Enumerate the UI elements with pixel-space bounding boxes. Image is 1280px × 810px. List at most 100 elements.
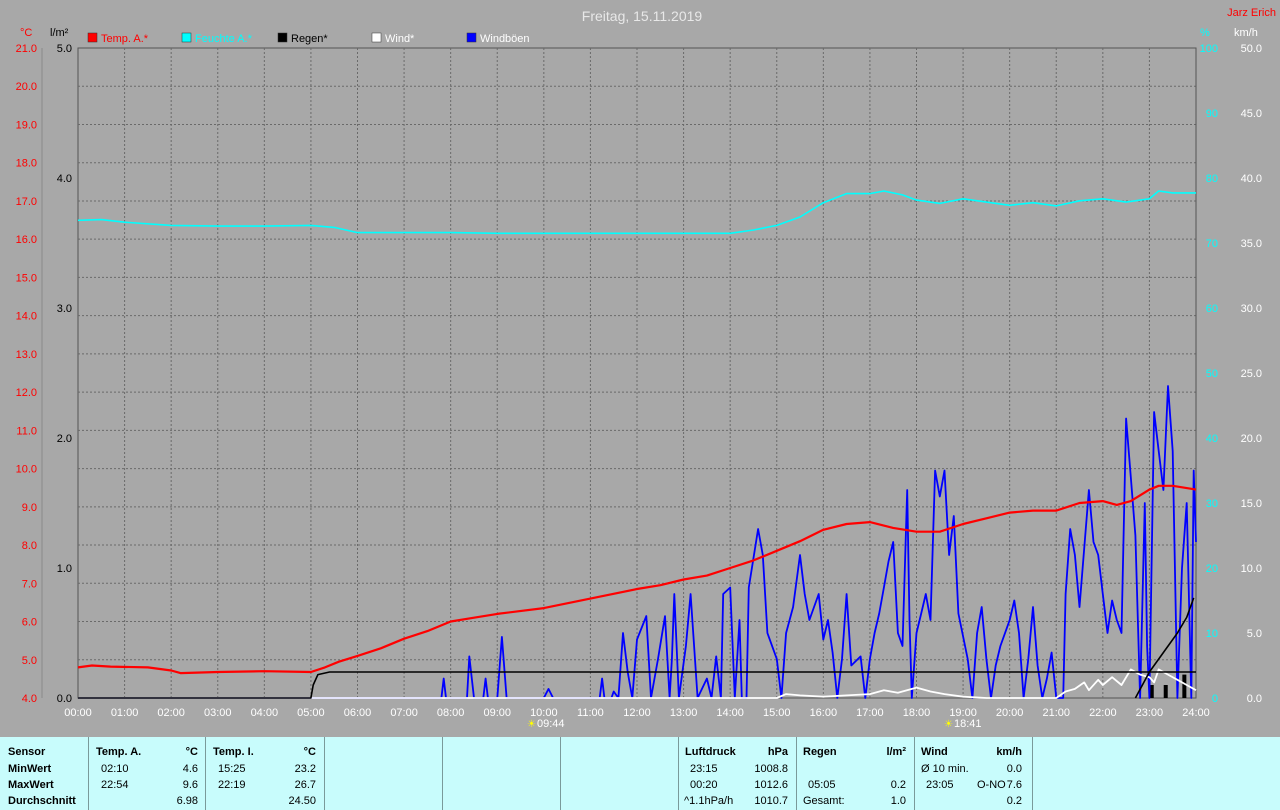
- legend-swatch: [181, 32, 192, 43]
- temp-i-unit: °C: [303, 746, 316, 758]
- temp-tick-label: 4.0: [22, 693, 37, 705]
- temp-tick-label: 12.0: [16, 387, 37, 399]
- temp-tick-label: 9.0: [22, 502, 37, 514]
- time-tick-label: 08:00: [437, 707, 465, 719]
- wind-max-val: 7.6: [1006, 779, 1022, 791]
- rain-total-label: Gesamt:: [803, 795, 845, 807]
- temp-i-avg: 24.50: [288, 795, 316, 807]
- time-tick-label: 14:00: [716, 707, 744, 719]
- sensor-header: Sensor: [8, 746, 46, 758]
- pressure-unit: hPa: [767, 746, 788, 758]
- pressure-trend: ^1.1hPa/h: [684, 795, 734, 807]
- temp-i-max-val: 26.7: [294, 779, 316, 791]
- temp-a-min-val: 4.6: [182, 763, 198, 775]
- table-divider: [914, 737, 915, 810]
- sunrise-label: 09:44: [537, 718, 565, 730]
- time-tick-label: 06:00: [344, 707, 372, 719]
- temp-tick-label: 21.0: [16, 43, 37, 55]
- legend-label: Windböen: [480, 33, 530, 45]
- time-tick-label: 22:00: [1089, 707, 1117, 719]
- wind-tick-label: 5.0: [1247, 628, 1262, 640]
- temp-a-min-time: 02:10: [101, 763, 129, 775]
- time-tick-label: 23:00: [1136, 707, 1164, 719]
- time-tick-label: 11:00: [577, 707, 604, 719]
- temp-i-header: Temp. I.: [213, 746, 254, 758]
- temp-tick-label: 18.0: [16, 158, 37, 170]
- table-divider: [678, 737, 679, 810]
- wind-unit-label: km/h: [1234, 27, 1258, 39]
- time-tick-label: 03:00: [204, 707, 232, 719]
- time-tick-label: 15:00: [763, 707, 791, 719]
- time-tick-label: 09:00: [483, 707, 511, 719]
- temp-tick-label: 5.0: [22, 655, 37, 667]
- time-tick-label: 24:00: [1182, 707, 1210, 719]
- wind-tick-label: 45.0: [1241, 108, 1262, 120]
- time-tick-label: 05:00: [297, 707, 325, 719]
- sunrise-marker: ☀ 09:44: [527, 718, 565, 730]
- rain-bar: [1182, 674, 1187, 698]
- wind-tick-label: 10.0: [1241, 563, 1262, 575]
- pressure-avg: 1010.7: [754, 795, 788, 807]
- temp-tick-label: 6.0: [22, 617, 37, 629]
- row-label-avg: Durchschnitt: [8, 795, 76, 807]
- wind-max-time: 23:05: [926, 779, 954, 791]
- time-tick-label: 12:00: [623, 707, 651, 719]
- rain-tick-label: 3.0: [57, 303, 72, 315]
- legend-label: Feuchte A.*: [195, 33, 253, 45]
- temp-i-max-time: 22:19: [218, 779, 246, 791]
- temp-unit-label: °C: [20, 27, 32, 39]
- hum-tick-label: 80: [1206, 173, 1218, 185]
- table-divider: [442, 737, 443, 810]
- wind-tick-label: 35.0: [1241, 238, 1262, 250]
- author-label: Jarz Erich: [1227, 7, 1276, 19]
- legend-swatch: [277, 32, 288, 43]
- legend-label: Regen*: [291, 33, 328, 45]
- temp-tick-label: 14.0: [16, 311, 37, 323]
- rain-tick-label: 1.0: [57, 563, 72, 575]
- time-tick-label: 04:00: [251, 707, 279, 719]
- temp-tick-label: 13.0: [16, 349, 37, 361]
- temp-a-unit: °C: [185, 746, 198, 758]
- pressure-min-time: 23:15: [690, 763, 718, 775]
- table-divider: [205, 737, 206, 810]
- rain-tick-label: 0.0: [57, 693, 72, 705]
- hum-tick-label: 0: [1212, 693, 1218, 705]
- time-tick-label: 07:00: [390, 707, 418, 719]
- temp-tick-label: 19.0: [16, 119, 37, 131]
- wind-tick-label: 30.0: [1241, 303, 1262, 315]
- time-tick-label: 16:00: [810, 707, 838, 719]
- rain-tick-label: 4.0: [57, 173, 72, 185]
- temp-tick-label: 15.0: [16, 272, 37, 284]
- hum-tick-label: 10: [1206, 628, 1218, 640]
- legend-swatch: [371, 32, 382, 43]
- table-divider: [560, 737, 561, 810]
- rain-max-time: 05:05: [808, 779, 836, 791]
- pressure-max-time: 00:20: [690, 779, 718, 791]
- time-tick-label: 18:00: [903, 707, 931, 719]
- rain-max-val: 0.2: [890, 779, 906, 791]
- legend-swatch: [466, 32, 477, 43]
- temp-a-avg: 6.98: [176, 795, 198, 807]
- rain-tick-label: 2.0: [57, 433, 72, 445]
- temp-i-min-time: 15:25: [218, 763, 246, 775]
- time-tick-label: 01:00: [111, 707, 139, 719]
- time-tick-label: 00:00: [64, 707, 92, 719]
- stats-table: Sensor MinWert MaxWert Durchschnitt Temp…: [0, 737, 1280, 810]
- rain-bar: [1163, 685, 1168, 698]
- pressure-max-val: 1012.6: [754, 779, 788, 791]
- time-tick-label: 21:00: [1042, 707, 1070, 719]
- temp-a-max-val: 9.6: [182, 779, 198, 791]
- pressure-min-val: 1008.8: [754, 763, 788, 775]
- wind-avg: 0.2: [1006, 795, 1022, 807]
- table-divider: [1032, 737, 1033, 810]
- rain-header: Regen: [803, 746, 837, 758]
- table-divider: [796, 737, 797, 810]
- rain-unit: l/m²: [886, 746, 906, 758]
- wind-avg10-label: Ø 10 min.: [921, 763, 969, 775]
- wind-tick-label: 40.0: [1241, 173, 1262, 185]
- hum-tick-label: 40: [1206, 433, 1218, 445]
- sun-icon: ☀: [527, 719, 536, 730]
- row-label-max: MaxWert: [8, 779, 54, 791]
- time-tick-label: 17:00: [856, 707, 884, 719]
- temp-tick-label: 16.0: [16, 234, 37, 246]
